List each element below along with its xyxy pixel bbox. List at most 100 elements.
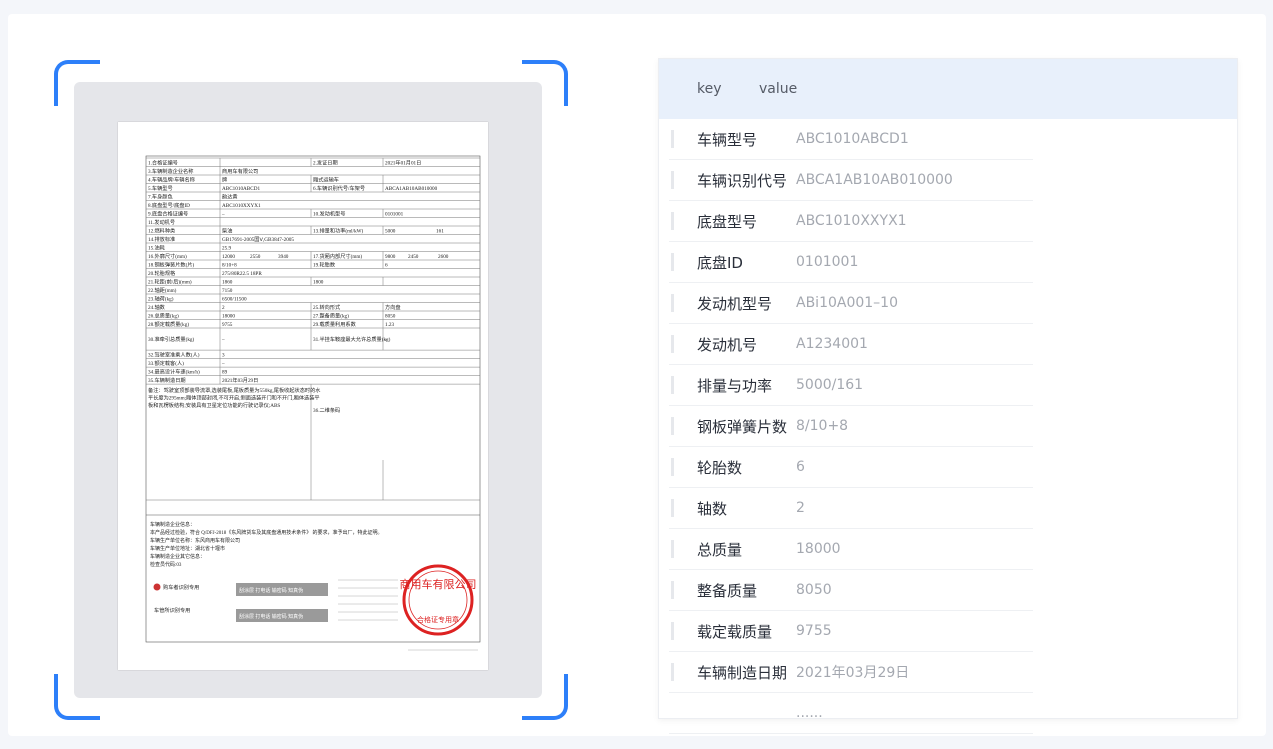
row-marker (671, 376, 674, 394)
certificate-cell-text: 方向盘 (385, 303, 401, 311)
row-value: ABC1010ABCD1 (796, 131, 909, 147)
certificate-cell-text: 89 (222, 369, 228, 375)
result-table-header: key value (659, 59, 1237, 119)
row-marker (671, 581, 674, 599)
certificate-cell-text: 24.轴数 (148, 303, 166, 311)
certificate-cell-text: ABC1010ABCD1 (222, 186, 260, 192)
certificate-cell-text: 26.总质量(kg) (148, 311, 179, 319)
row-value: 2021年03月29日 (796, 665, 910, 681)
result-row: 车辆制造日期 2021年03月29日 (669, 652, 1033, 693)
result-row: 载定载质量 9755 (669, 611, 1033, 652)
certificate-cell-text: 35.车辆制造日期 (148, 376, 186, 384)
certificate-cell-text: 0101001 (385, 211, 404, 217)
certificate-cell-text: 17.货厢内部尺寸(mm) (313, 252, 362, 260)
certificate-cell-text: 3.车辆制造企业名称 (148, 167, 193, 175)
certificate-cell-text: 11.发动机号 (148, 218, 175, 226)
row-value: 9755 (796, 623, 832, 639)
certificate-cell-text: 2021年01月01日 (385, 158, 421, 166)
row-marker (671, 335, 674, 353)
row-marker (671, 212, 674, 230)
certificate-cell-text: 18000 (222, 313, 235, 319)
row-value: 5000/161 (796, 377, 864, 393)
certificate-cell-text: – (221, 361, 225, 367)
anti-fake-text-2: 刮涂层 打电话 输密码 知真伪 (239, 613, 303, 620)
row-value: 2 (796, 500, 805, 516)
certificate-cell-text: 27.整备质量(kg) (313, 311, 349, 319)
result-row: ...... (669, 693, 1033, 734)
purchaser-mark-icon (153, 583, 161, 591)
certificate-cell-text: 29.载质量利用系数 (313, 320, 357, 328)
certificate-cell-text: 34.最高设计车速(km/h) (148, 367, 200, 375)
certificate-cell-text: 2550 (250, 254, 261, 260)
result-row: 发动机型号 ABi10A001–10 (669, 283, 1033, 324)
row-key: 车辆型号 (697, 130, 758, 149)
ocr-result-panel: key value 车辆型号 ABC1010ABCD1 车辆识别代号 ABCA1AB1… (658, 58, 1238, 734)
row-key: 排量与功率 (697, 376, 773, 395)
certificate-cell-text: 柴油 (222, 226, 232, 234)
certificate-cell-text: 6 (385, 262, 388, 268)
row-key: 底盘型号 (697, 212, 758, 231)
result-rows: 车辆型号 ABC1010ABCD1 车辆识别代号 ABCA1AB10AB010000 底… (659, 119, 1237, 734)
certificate-cell-text: 2450 (408, 254, 419, 260)
certificate-cell-text: 牌 (222, 175, 227, 183)
certificate-cell-text: – (221, 211, 225, 217)
row-marker (671, 622, 674, 640)
certificate-footer-line: 检查员代码:03 (150, 561, 182, 568)
certificate-cell-text: 5.车辆型号 (148, 184, 173, 192)
certificate-cell-text: 2600 (438, 254, 449, 260)
row-key: 轴数 (697, 499, 728, 518)
certificate-cell-text: 8.底盘型号/底盘ID (148, 201, 190, 209)
certificate-cell-text: 9.底盘合格证编号 (148, 209, 188, 217)
certificate-cell-text: 20.轮胎规格 (148, 269, 176, 277)
result-row: 整备质量 8050 (669, 570, 1033, 611)
row-marker (671, 294, 674, 312)
row-key: 车辆识别代号 (697, 171, 788, 190)
result-row: 轴数 2 (669, 488, 1033, 529)
certificate-remark-line: 备注：驾驶室顶部装导流罩,选装尾板,尾板质量为550kg,尾板收起状态时的水 (148, 386, 321, 394)
certificate-cell-text: ABC1010XXYX1 (222, 203, 261, 209)
certificate-cell-text: 12000 (222, 254, 235, 260)
row-marker (671, 540, 674, 558)
certificate-footer-line: 车辆生产单位地址：湖北省十堰市 (150, 545, 225, 552)
certificate-cell-text: 21.轮距(前/后)(mm) (148, 277, 192, 285)
row-marker (671, 458, 674, 476)
certificate-document-image: 1.合格证编号 2.发证日期 2021年01月01日 3.车辆制造企业名称 商用车有限公… (118, 122, 488, 670)
row-value: ABC1010XXYX1 (796, 213, 907, 229)
row-value: ABi10A001–10 (796, 295, 898, 311)
certificate-cell-text: 28.额定载质量(kg) (148, 320, 189, 328)
row-key: 钢板弹簧片数 (697, 417, 788, 436)
stamp-top-text: 商用车有限公司 (400, 577, 477, 591)
certificate-cell-text: GB17691-2005国Ⅴ,GB3847-2005 (222, 236, 294, 243)
certificate-cell-text: 13.排量和功率(ml/kW) (313, 226, 364, 234)
row-value: 8/10+8 (796, 418, 849, 434)
certificate-footer-line: 本产品经过检验，符合 Q/DFJ-2018《东风牌货车及其底盘通用技术条件》 的… (150, 529, 383, 536)
certificate-cell-text: 6500/11500 (222, 296, 247, 302)
result-row: 底盘型号 ABC1010XXYX1 (669, 201, 1033, 242)
certificate-cell-text: 10.发动机型号 (313, 209, 345, 217)
certificate-cell-text: 15.油耗 (148, 243, 166, 251)
certificate-cell-text: 7.车身颜色 (148, 192, 173, 200)
certificate-cell-text: 韵达黄 (222, 192, 238, 200)
certificate-cell-text: 9800 (385, 254, 396, 260)
row-key: 发动机号 (697, 335, 758, 354)
row-marker (671, 417, 674, 435)
certificate-cell-text: 2 (222, 305, 225, 311)
certificate-cell-text: ABCA1AB10AB010000 (385, 186, 438, 192)
header-key-label: key (697, 81, 722, 97)
row-marker (671, 130, 674, 148)
certificate-cell-text: 2.发证日期 (313, 158, 338, 166)
certificate-cell-text: 7150 (222, 288, 233, 294)
row-value: 8050 (796, 582, 832, 598)
row-key: 底盘ID (697, 253, 743, 272)
row-marker (671, 663, 674, 681)
row-key: 发动机型号 (697, 294, 773, 313)
result-row: 轮胎数 6 (669, 447, 1033, 488)
result-row: 排量与功率 5000/161 (669, 365, 1033, 406)
vehicle-mgmt-label: 车管所识别专用 (154, 606, 190, 614)
certificate-cell-text: 30.准牵引总质量(kg) (148, 335, 195, 343)
certificate-cell-text: 8050 (385, 313, 396, 319)
header-value-label: value (759, 81, 798, 97)
certificate-cell-text: 25.转向形式 (313, 303, 341, 311)
certificate-cell-text: 23.轴荷(kg) (148, 294, 174, 302)
certificate-cell-text: 275/80R22.5 18PR (222, 271, 262, 277)
